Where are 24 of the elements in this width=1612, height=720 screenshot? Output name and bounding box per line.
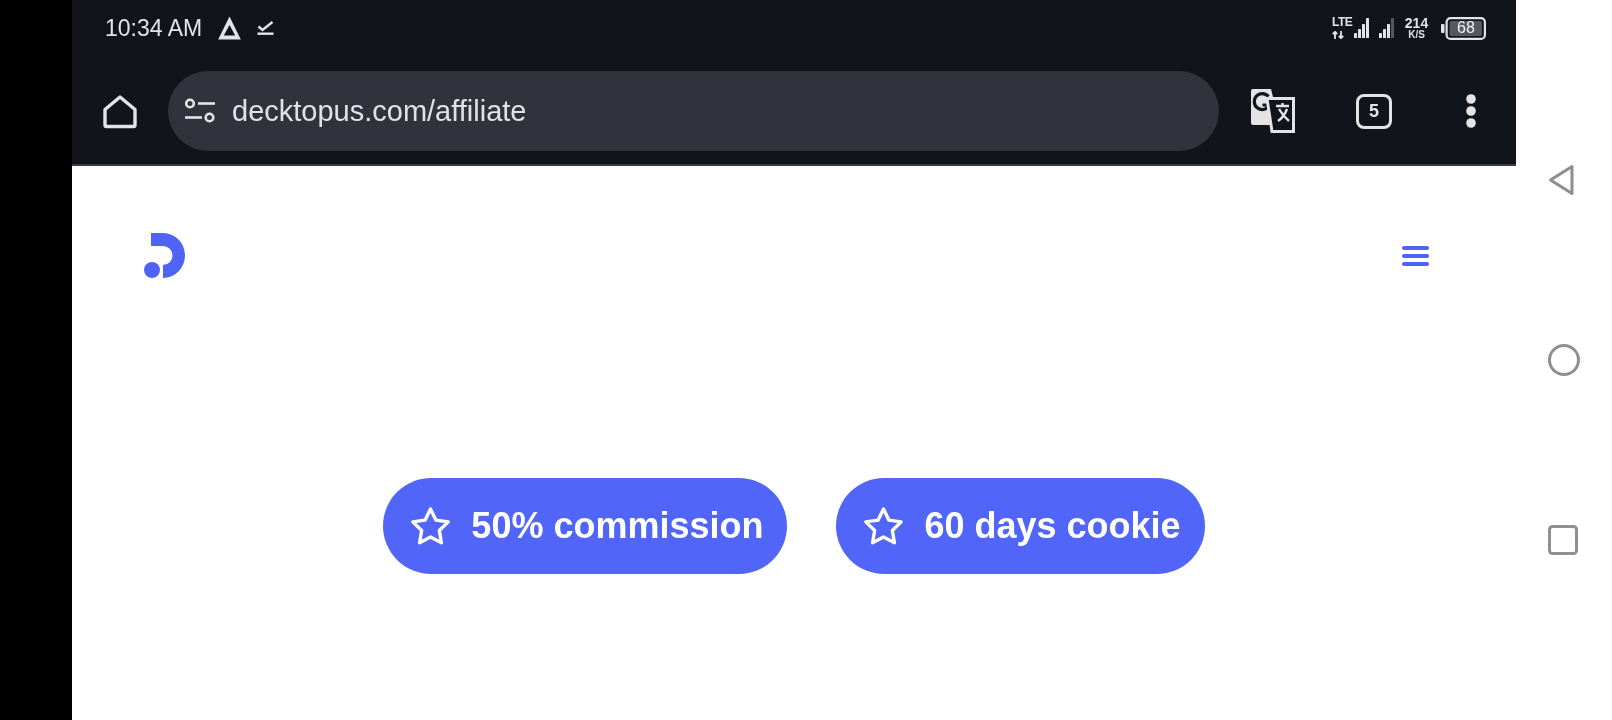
speed-unit: K/S <box>1408 29 1425 40</box>
nav-home-icon[interactable] <box>1548 344 1580 376</box>
signal-icon <box>1354 18 1369 38</box>
logo[interactable] <box>144 233 185 278</box>
triangle-icon <box>218 16 242 40</box>
network-speed: 214 <box>1404 16 1429 29</box>
star-icon <box>410 507 452 545</box>
feature-label: 60 days cookie <box>924 506 1181 546</box>
home-icon[interactable] <box>102 93 138 129</box>
address-bar[interactable]: decktopus.com/affiliate <box>168 71 1219 151</box>
star-icon <box>863 507 905 545</box>
feature-label: 50% commission <box>471 506 764 546</box>
battery-indicator: 68 <box>1441 16 1486 40</box>
tab-switcher-button[interactable]: 5 <box>1356 93 1392 129</box>
signal-icon <box>1379 18 1394 38</box>
tick-icon <box>257 21 275 35</box>
network-type: LTE <box>1332 17 1353 28</box>
data-arrows-icon <box>1332 31 1347 39</box>
nav-recents-icon[interactable] <box>1548 525 1578 555</box>
translate-icon[interactable] <box>1251 89 1295 133</box>
nav-back-icon[interactable] <box>1548 164 1574 196</box>
sliders-icon[interactable] <box>185 98 215 124</box>
menu-icon[interactable] <box>1402 245 1429 266</box>
status-time: 10:34 AM <box>105 16 203 40</box>
